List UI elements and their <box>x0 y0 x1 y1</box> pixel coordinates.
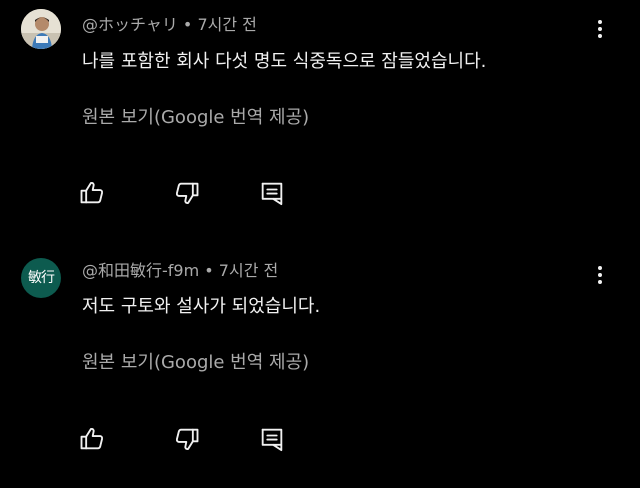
comment-item: @ホッチャリ • 7시간 전 나를 포함한 회사 다섯 명도 식중독으로 잠들었… <box>0 0 640 244</box>
reply-icon[interactable] <box>258 179 286 207</box>
comment-author[interactable]: @ホッチャリ <box>82 15 178 34</box>
comment-author[interactable]: @和田敏行-f9m <box>82 261 199 280</box>
avatar-photo <box>21 9 61 49</box>
comment-actions <box>78 425 308 455</box>
thumbs-down-icon[interactable] <box>173 425 201 453</box>
comment-text: 나를 포함한 회사 다섯 명도 식중독으로 잠들었습니다. <box>82 51 487 72</box>
more-vert-icon[interactable] <box>588 15 612 43</box>
comment-item: 敏行 @和田敏行-f9m • 7시간 전 저도 구토와 설사가 되었습니다. 원… <box>0 244 640 488</box>
comment-actions <box>78 179 308 209</box>
meta-separator: • <box>177 15 198 34</box>
more-vert-icon[interactable] <box>588 261 612 289</box>
comment-text: 저도 구토와 설사가 되었습니다. <box>82 296 321 317</box>
comment-time[interactable]: 7시간 전 <box>197 15 256 34</box>
comment-meta: @和田敏行-f9m • 7시간 전 <box>82 257 278 281</box>
see-original-link[interactable]: 원본 보기(Google 번역 제공) <box>82 103 309 129</box>
meta-separator: • <box>199 261 219 280</box>
see-original-link[interactable]: 원본 보기(Google 번역 제공) <box>82 348 309 374</box>
thumbs-up-icon[interactable] <box>78 179 106 207</box>
comments-section: @ホッチャリ • 7시간 전 나를 포함한 회사 다섯 명도 식중독으로 잠들었… <box>0 0 640 488</box>
avatar[interactable] <box>21 9 61 49</box>
reply-icon[interactable] <box>258 425 286 453</box>
comment-meta: @ホッチャリ • 7시간 전 <box>82 11 257 35</box>
thumbs-down-icon[interactable] <box>173 179 201 207</box>
avatar[interactable]: 敏行 <box>21 258 61 298</box>
comment-time[interactable]: 7시간 전 <box>219 261 278 280</box>
thumbs-up-icon[interactable] <box>78 425 106 453</box>
